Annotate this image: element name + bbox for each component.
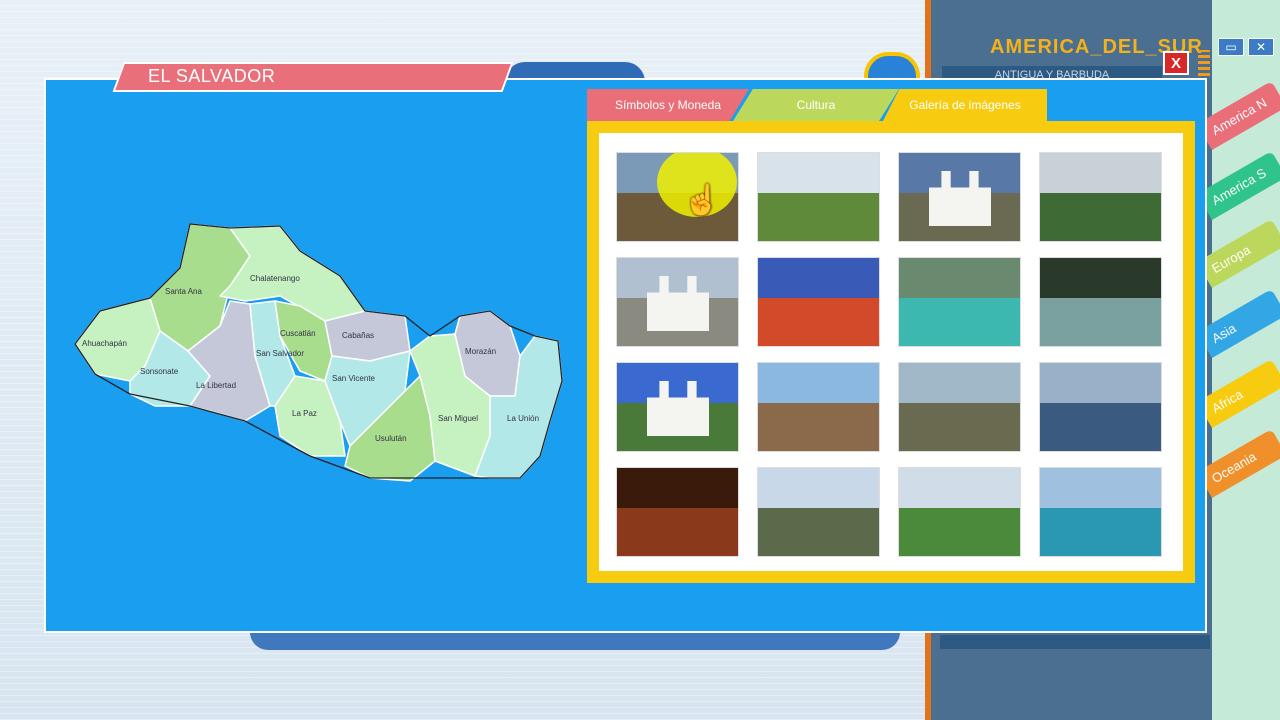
- gallery-thumbnail-cliff-rock[interactable]: [899, 363, 1020, 451]
- thumbnail-ground: [1040, 507, 1161, 556]
- map-label: Cuscatlán: [280, 329, 316, 338]
- thumbnail-ground: [758, 507, 879, 556]
- map-label: La Paz: [292, 409, 317, 418]
- gallery-thumbnail-stained-glass-interior[interactable]: [758, 258, 879, 346]
- map-label: San Salvador: [256, 349, 304, 358]
- thumbnail-ground: [1040, 402, 1161, 451]
- map-label: San Miguel: [438, 414, 478, 423]
- gallery-grid: ☝: [599, 133, 1183, 571]
- panel-tabs: Símbolos y Moneda Cultura Galería de imá…: [587, 89, 1207, 121]
- thumbnail-ground: [1040, 297, 1161, 346]
- gallery-thumbnail-theater-interior[interactable]: [617, 468, 738, 556]
- map-label: Sonsonate: [140, 367, 179, 376]
- country-map: Ahuachapán Santa Ana Chalatenango Sonson…: [70, 216, 570, 488]
- gallery-thumbnail-turquoise-lagoon[interactable]: [899, 258, 1020, 346]
- gallery-thumbnail-waterfall[interactable]: [1040, 258, 1161, 346]
- gallery-thumbnail-colorful-boats[interactable]: [1040, 468, 1161, 556]
- thumbnail-ground: [758, 297, 879, 346]
- gallery-thumbnail-white-church-blue-sky[interactable]: [617, 363, 738, 451]
- thumbnail-ground: [758, 192, 879, 241]
- map-svg: Ahuachapán Santa Ana Chalatenango Sonson…: [74, 223, 563, 482]
- church-shape: [929, 171, 991, 226]
- tab-galeria-imagenes[interactable]: Galería de imágenes: [883, 89, 1047, 121]
- thumbnail-ground: [899, 507, 1020, 556]
- map-label: Usulután: [375, 434, 407, 443]
- gallery-thumbnail-lake-volcano[interactable]: [1040, 363, 1161, 451]
- window-controls: ▭ ✕: [1218, 38, 1274, 56]
- thumbnail-ground: [899, 402, 1020, 451]
- church-shape: [647, 381, 709, 436]
- gallery-thumbnail-green-hills[interactable]: [1040, 153, 1161, 241]
- image-gallery: ☝: [587, 121, 1195, 583]
- church-shape: [647, 276, 709, 331]
- gallery-thumbnail-colonial-street[interactable]: ☝: [617, 153, 738, 241]
- map-label: Chalatenango: [250, 274, 300, 283]
- map-label: Cabañas: [342, 331, 374, 340]
- map-label: La Unión: [507, 414, 539, 423]
- thumbnail-ground: [758, 402, 879, 451]
- hand-cursor-icon: ☝: [683, 184, 721, 217]
- map-label: La Libertad: [196, 381, 236, 390]
- close-window-button[interactable]: ✕: [1248, 38, 1274, 56]
- gallery-thumbnail-white-church-palms[interactable]: [899, 153, 1020, 241]
- gallery-thumbnail-beach-rock[interactable]: [758, 363, 879, 451]
- thumbnail-ground: [1040, 192, 1161, 241]
- map-label: Santa Ana: [165, 287, 202, 296]
- thumbnail-ground: [617, 507, 738, 556]
- map-label: San Vicente: [332, 374, 376, 383]
- tab-cultura[interactable]: Cultura: [733, 89, 899, 121]
- background-decoration: [250, 632, 900, 650]
- map-label: Ahuachapán: [82, 339, 127, 348]
- restore-window-button[interactable]: ▭: [1218, 38, 1244, 56]
- map-label: Morazán: [465, 347, 496, 356]
- thumbnail-ground: [899, 297, 1020, 346]
- close-button[interactable]: X: [1163, 51, 1189, 75]
- drag-handle[interactable]: [1198, 50, 1210, 76]
- background-bar: [940, 635, 1210, 649]
- gallery-thumbnail-white-colonial-church[interactable]: [617, 258, 738, 346]
- gallery-thumbnail-ruins-park[interactable]: [899, 468, 1020, 556]
- tab-simbolos-moneda[interactable]: Símbolos y Moneda: [587, 89, 749, 121]
- gallery-thumbnail-palm-trees-lake[interactable]: [758, 468, 879, 556]
- gallery-thumbnail-cobblestone-road[interactable]: [758, 153, 879, 241]
- country-title: EL SALVADOR: [148, 66, 276, 86]
